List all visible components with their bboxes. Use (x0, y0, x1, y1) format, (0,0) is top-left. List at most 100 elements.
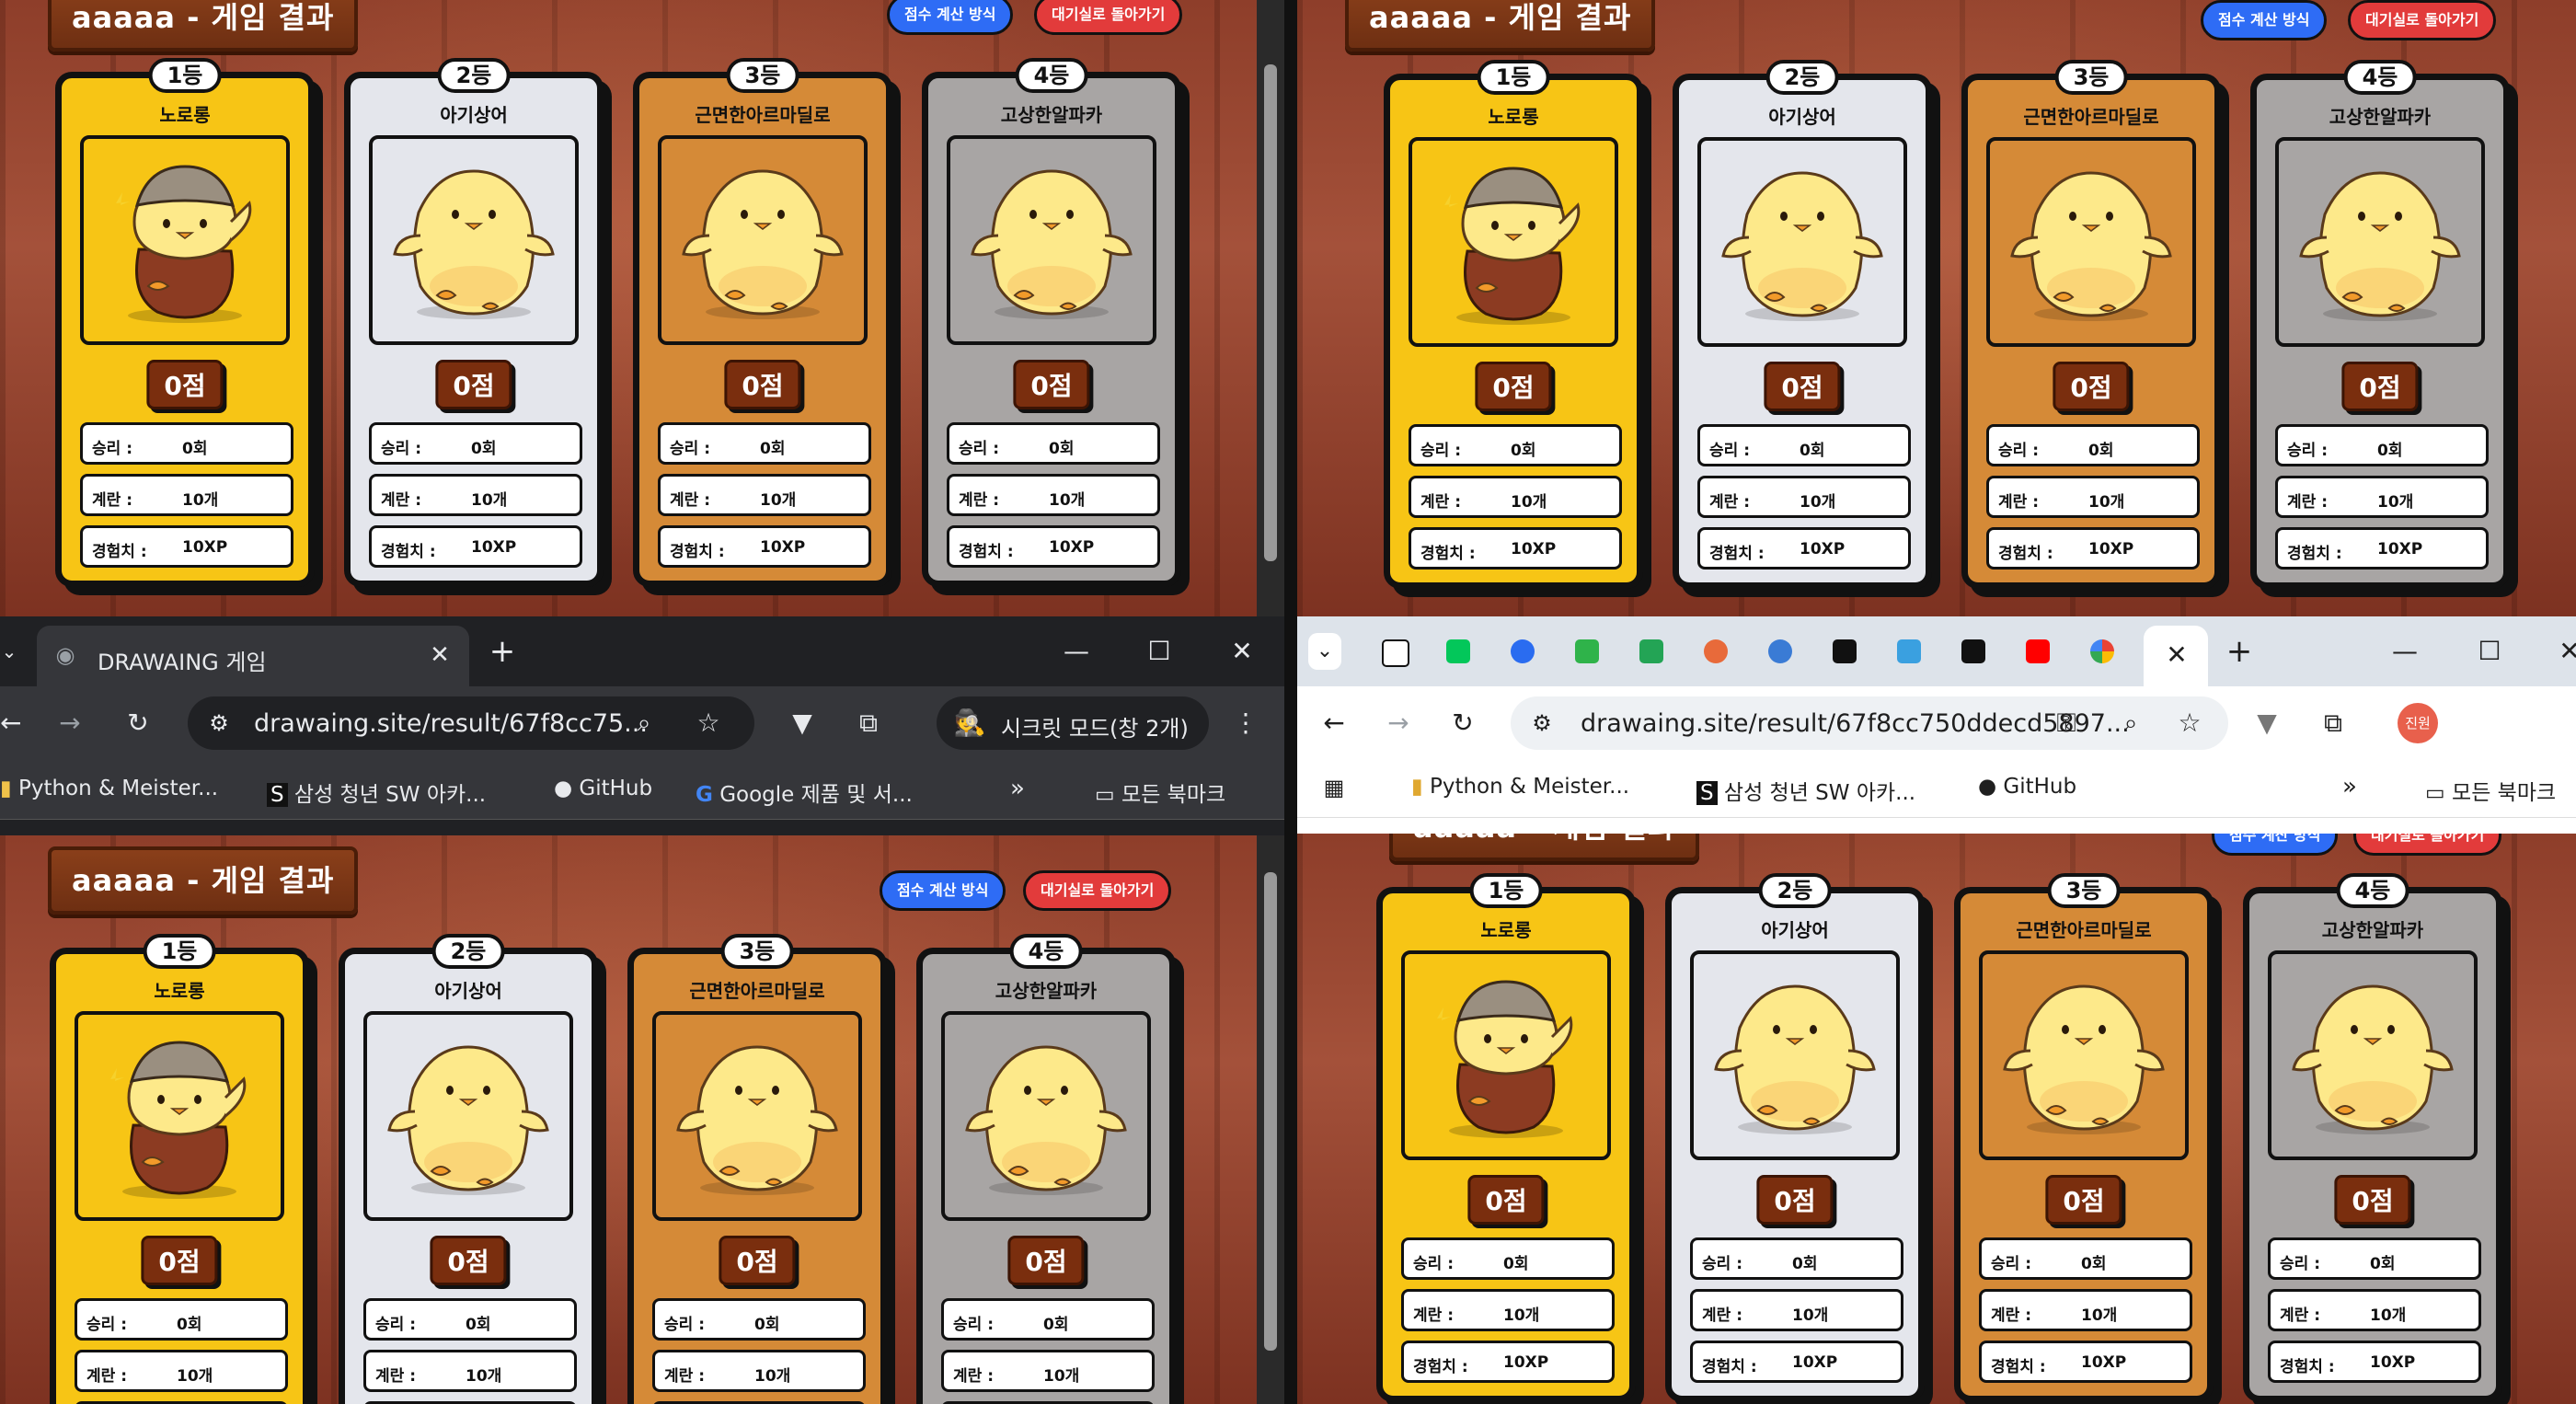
bookmark-item[interactable]: S 삼성 청년 SW 아카... (267, 777, 486, 808)
player-card-3: 3등근면한아르마딜로0점승리 :0회계란 :10개경험치 :10XP (627, 934, 887, 1404)
bookmark-item[interactable]: ▮ Python & Meister... (0, 777, 218, 800)
player-card-3: 3등근면한아르마딜로0점승리 :0회계란 :10개경험치 :10XP (633, 58, 892, 587)
ssafy-icon[interactable] (1961, 639, 1985, 663)
close-tab-icon[interactable]: ✕ (423, 637, 456, 673)
stat-label: 계란 : (1413, 1306, 1454, 1325)
naver-icon[interactable] (1446, 639, 1470, 663)
claude-icon[interactable] (1704, 639, 1728, 663)
maximize-icon[interactable]: ☐ (1141, 633, 1178, 670)
reload-icon[interactable]: ↻ (120, 705, 156, 742)
bookmark-item[interactable]: ▮ Python & Meister... (1411, 775, 1629, 799)
bookmark-item[interactable]: ● GitHub (1978, 775, 2076, 799)
maximize-icon[interactable]: ☐ (2471, 633, 2508, 670)
back-to-lobby-button[interactable]: 대기실로 돌아가기 (1023, 870, 1172, 911)
stat-label: 경험치 : (1998, 545, 2053, 563)
mail-icon[interactable] (1639, 639, 1663, 663)
score-badge: 0점 (2334, 1175, 2411, 1225)
ssafy-icon: S (1696, 781, 1718, 805)
scrollbar-top-left[interactable] (1257, 0, 1284, 616)
extension-v-icon[interactable]: ▼ (2248, 705, 2285, 742)
new-tab-icon[interactable]: + (2221, 633, 2258, 670)
apps-grid-icon[interactable]: ▦ (1316, 769, 1352, 806)
back-to-lobby-button[interactable]: 대기실로 돌아가기 (2353, 834, 2502, 856)
bookmark-star-icon[interactable]: ☆ (690, 705, 727, 742)
globe-icon: ◉ (55, 642, 75, 668)
game-icon[interactable] (1575, 639, 1599, 663)
player-name: 아기상어 (434, 980, 502, 1002)
minimize-icon[interactable]: — (2386, 633, 2423, 670)
active-tab[interactable]: ✕ (2144, 626, 2208, 686)
scrollbar-thumb[interactable] (1264, 64, 1277, 561)
chick-icon (376, 1024, 560, 1208)
stat-value: 0회 (1511, 442, 1536, 460)
forward-icon[interactable]: → (1380, 705, 1417, 742)
rank-badge: 3등 (726, 58, 799, 93)
scrollbar-bottom-left[interactable] (1257, 835, 1284, 1404)
ssafy-blue-icon[interactable] (1897, 639, 1921, 663)
reload-icon[interactable]: ↻ (1444, 705, 1481, 742)
more-bookmarks-icon[interactable]: » (1010, 775, 1025, 802)
ssafy-icon[interactable] (1833, 639, 1857, 663)
extensions-icon[interactable]: ⧉ (2315, 705, 2352, 742)
player-name: 노로롱 (1488, 106, 1539, 128)
stat-label: 승리 : (2280, 1255, 2320, 1273)
score-method-button[interactable]: 점수 계산 방식 (880, 870, 1006, 911)
eggs-stat: 계란 : 10개 (2268, 1289, 2481, 1331)
window-divider (1284, 0, 1297, 1404)
zoom-icon[interactable]: ⌕ (626, 705, 662, 742)
incognito-badge[interactable]: 🕵 시크릿 모드(창 2개) (937, 696, 1209, 750)
more-bookmarks-icon[interactable]: » (2342, 773, 2357, 800)
bookmark-star-icon[interactable]: ☆ (2171, 705, 2208, 742)
chick-icon (671, 148, 855, 332)
address-bar[interactable]: ⚙ drawaing.site/result/67f8cc750ddecd589… (1511, 696, 2228, 750)
earth-icon[interactable] (1768, 639, 1792, 663)
profile-avatar[interactable]: 진원 (2398, 703, 2438, 743)
new-tab-icon[interactable]: + (484, 633, 521, 670)
tab-drawaing[interactable]: ◉ DRAWAING 게임 ✕ (37, 626, 469, 686)
close-window-icon[interactable]: ✕ (2556, 633, 2576, 670)
stat-label: 경험치 : (2287, 545, 2342, 563)
tab-search-icon[interactable]: ⌄ (1308, 633, 1341, 670)
bookmark-item[interactable]: G Google 제품 및 서... (696, 777, 913, 808)
extension-v-icon[interactable]: ▼ (784, 705, 821, 742)
back-icon[interactable]: ← (1316, 705, 1352, 742)
notion-icon[interactable] (1382, 639, 1409, 667)
youtube-icon[interactable] (2026, 639, 2050, 663)
score-method-button[interactable]: 점수 계산 방식 (2201, 0, 2328, 40)
score-method-button[interactable]: 점수 계산 방식 (2212, 834, 2339, 856)
close-tab-icon[interactable]: ✕ (2158, 637, 2195, 673)
player-name: 고상한알파카 (995, 980, 1098, 1002)
bookmark-item[interactable]: ● GitHub (554, 777, 652, 800)
forward-icon[interactable]: → (52, 705, 88, 742)
zoom-icon[interactable]: ⌕ (2112, 705, 2149, 742)
back-icon[interactable]: ← (0, 705, 21, 742)
tab-search-icon[interactable]: ⌄ (0, 633, 18, 670)
stat-label: 승리 : (2287, 442, 2328, 460)
player-name: 아기상어 (1768, 106, 1836, 128)
all-bookmarks[interactable]: ▭ 모든 북마크 (2425, 775, 2556, 806)
folder-icon: ▮ (0, 777, 12, 800)
site-info-icon[interactable]: ⚙ (1524, 705, 1560, 742)
google-icon[interactable] (2090, 639, 2114, 663)
extensions-icon[interactable]: ⧉ (850, 705, 887, 742)
site-info-icon[interactable]: ⚙ (201, 705, 237, 742)
bookmark-item[interactable]: S 삼성 청년 SW 아카... (1696, 775, 1915, 806)
url-text[interactable]: drawaing.site/result/67f8cc75... (254, 709, 648, 738)
wins-stat: 승리 : 0회 (363, 1298, 577, 1341)
password-key-icon[interactable]: ⚿ (2048, 705, 2085, 742)
back-to-lobby-button[interactable]: 대기실로 돌아가기 (2348, 0, 2497, 40)
close-window-icon[interactable]: ✕ (1224, 633, 1260, 670)
scrollbar-thumb[interactable] (1264, 872, 1277, 1351)
score-badge: 0점 (146, 360, 224, 409)
menu-icon[interactable]: ⋮ (1227, 705, 1264, 742)
address-bar[interactable]: ⚙ drawaing.site/result/67f8cc75... ⌕ ☆ (188, 696, 754, 750)
eggs-stat: 계란 : 10개 (652, 1350, 866, 1392)
score-method-button[interactable]: 점수 계산 방식 (887, 0, 1014, 35)
score-badge: 0점 (2053, 362, 2130, 411)
back-to-lobby-button[interactable]: 대기실로 돌아가기 (1034, 0, 1183, 35)
stat-label: 승리 : (953, 1316, 994, 1334)
stat-label: 승리 : (1420, 442, 1461, 460)
s-icon[interactable] (1511, 639, 1535, 663)
minimize-icon[interactable]: — (1058, 633, 1095, 670)
all-bookmarks[interactable]: ▭ 모든 북마크 (1095, 777, 1225, 808)
